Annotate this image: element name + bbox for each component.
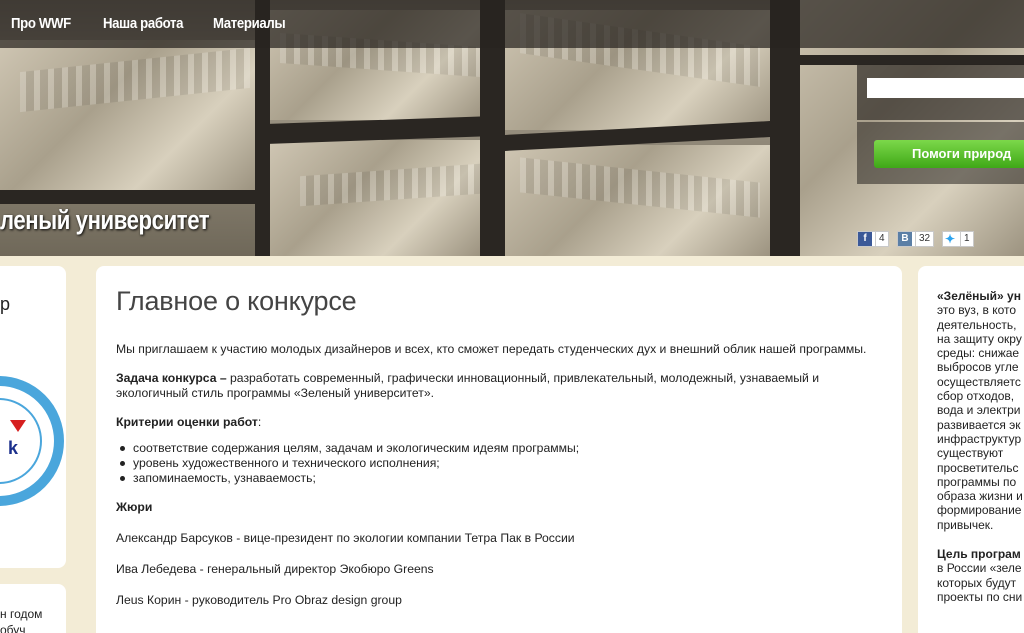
right-text-line: просветительс <box>937 460 1019 475</box>
left-sidebar-card: р k <box>0 266 66 568</box>
right-text-line: в России «зеле <box>937 561 1022 576</box>
jury-member: Ива Лебедева - генеральный директор Экоб… <box>116 562 434 576</box>
criteria-colon: : <box>257 415 262 429</box>
criteria-heading: Критерии оценки работ: <box>116 415 882 430</box>
search-input[interactable] <box>867 78 1024 98</box>
right-text-line: деятельность, <box>937 317 1017 332</box>
site-title: леный университет <box>0 205 210 235</box>
right-text-line: развивается эк <box>937 417 1021 432</box>
right-text-line: это вуз, в кото <box>937 303 1017 318</box>
twitter-count: 1 <box>960 232 973 246</box>
facebook-icon: f <box>858 232 872 246</box>
right-text-line: осуществляетс <box>937 374 1021 389</box>
facebook-count: 4 <box>875 232 888 246</box>
badge-text: k <box>8 438 19 458</box>
left-sidebar-card-2: н годом обуч <box>0 584 66 633</box>
right-heading: «Зелёный» ун <box>937 289 1021 303</box>
right-text-line: среды: снижае <box>937 346 1020 361</box>
twitter-share[interactable]: ✦ 1 <box>942 231 974 247</box>
list-item: уровень художественного и технического и… <box>116 456 882 471</box>
donate-button[interactable]: Помоги природ <box>874 140 1024 168</box>
right-goal-heading: Цель програм <box>937 547 1021 562</box>
jury-member: Александр Барсуков - вице-президент по э… <box>116 531 575 545</box>
right-text-line: выбросов угле <box>937 360 1019 375</box>
right-text-line: привычек. <box>937 517 994 532</box>
task-label: Задача конкурса – <box>116 371 227 385</box>
main-content: Главное о конкурсе Мы приглашаем к участ… <box>96 266 902 633</box>
right-text-line: на защиту окру <box>937 331 1022 346</box>
left-text-line: обуч <box>0 623 26 633</box>
facebook-share[interactable]: f 4 <box>857 231 889 247</box>
right-sidebar-card: «Зелёный» ун это вуз, в кото деятельност… <box>918 266 1024 633</box>
nav-item-our-work[interactable]: Наша работа <box>103 15 183 32</box>
badge-inner-ring <box>0 398 42 484</box>
criteria-title: Критерии оценки работ <box>116 415 258 429</box>
eco-badge-logo[interactable]: k <box>0 376 64 506</box>
task-paragraph: Задача конкурса – разработать современны… <box>116 371 882 401</box>
list-item: соответствие содержания целям, задачам и… <box>116 441 882 456</box>
left-heading-fragment: р <box>0 294 11 314</box>
list-item: запоминаемость, узнаваемость; <box>116 471 882 486</box>
page-title: Главное о конкурсе <box>116 286 357 316</box>
jury-member: Леus Корин - руководитель Pro Obraz desi… <box>116 593 402 607</box>
twitter-bird-icon: ✦ <box>943 232 957 246</box>
badge-red-mark-icon <box>10 420 26 432</box>
right-text-line: которых будут <box>937 575 1017 590</box>
right-text-line: программы по <box>937 474 1017 489</box>
right-text-line: проекты по сни <box>937 589 1023 604</box>
nav-item-materials[interactable]: Материалы <box>213 15 286 32</box>
vk-share[interactable]: B 32 <box>897 231 935 247</box>
vk-count: 32 <box>915 232 933 246</box>
right-text-line: вода и электри <box>937 403 1021 418</box>
right-text-line: инфраструктур <box>937 431 1022 446</box>
intro-paragraph: Мы приглашаем к участию молодых дизайнер… <box>116 342 867 356</box>
right-text-line: сбор отходов, <box>937 389 1015 404</box>
criteria-list: соответствие содержания целям, задачам и… <box>116 441 882 486</box>
jury-heading: Жюри <box>116 500 153 514</box>
right-text-line: формирование <box>937 503 1022 518</box>
right-text-line: образа жизни и <box>937 489 1023 504</box>
left-text-line: н годом <box>0 607 43 621</box>
top-navigation: Про WWF Наша работа Материалы <box>0 0 1024 48</box>
vk-icon: B <box>898 232 912 246</box>
nav-item-about-wwf[interactable]: Про WWF <box>11 15 71 32</box>
right-text-line: существуют <box>937 446 1004 461</box>
